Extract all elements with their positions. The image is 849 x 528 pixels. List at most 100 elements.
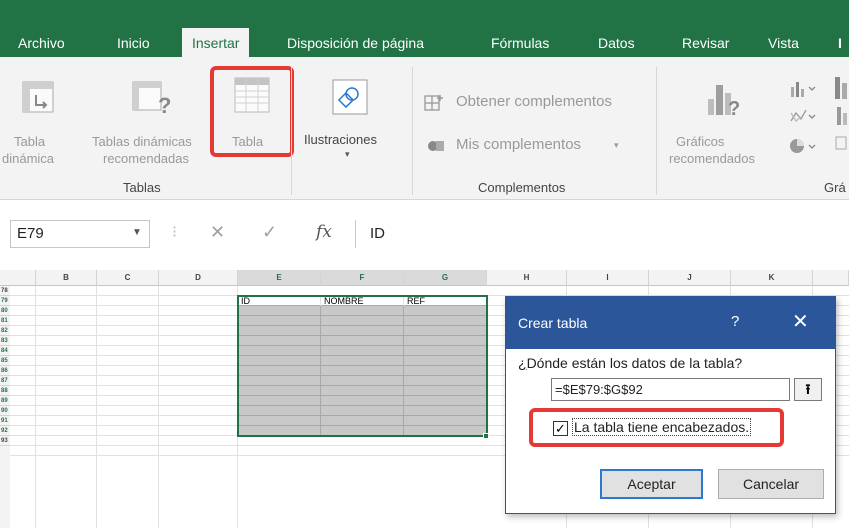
column-header-g[interactable]: G	[404, 270, 487, 286]
row-header-86[interactable]: 86	[0, 366, 10, 376]
column-header-l-partial[interactable]	[813, 270, 849, 286]
collapse-arrow-icon: ⭱	[805, 381, 811, 397]
illustrations-label: Ilustraciones	[304, 132, 377, 147]
pivot-table-label-1: Tabla	[14, 134, 46, 149]
select-all-corner[interactable]	[0, 270, 36, 286]
row-header-82[interactable]: 82	[0, 326, 10, 336]
range-question-text: Dónde están los datos de la tabla?	[526, 355, 743, 371]
column-header-h[interactable]: H	[487, 270, 567, 286]
confirm-entry-icon[interactable]: ✓	[262, 222, 277, 243]
ribbon-separator	[291, 67, 292, 195]
tab-more-partial[interactable]: I	[838, 30, 842, 57]
column-chart-button[interactable]	[790, 79, 830, 99]
range-question-accelerator: ¿	[518, 355, 527, 371]
line-chart-icon	[790, 109, 816, 122]
line-chart-button[interactable]	[790, 107, 830, 127]
fill-handle[interactable]	[483, 433, 489, 439]
row-header-83[interactable]: 83	[0, 336, 10, 346]
store-icon	[424, 95, 443, 111]
tab-formulas[interactable]: Fórmulas	[491, 30, 549, 57]
svg-text:?: ?	[728, 98, 740, 119]
row-header-78[interactable]: 78	[0, 286, 10, 296]
group-name-graficos-partial: Grá	[824, 180, 846, 195]
row-header-filler	[0, 446, 10, 528]
name-box[interactable]: E79	[10, 220, 150, 248]
headers-checkbox-highlight	[529, 408, 784, 447]
pie-chart-icon	[790, 139, 816, 153]
pivot-table-icon	[22, 81, 54, 113]
row-header-90[interactable]: 90	[0, 406, 10, 416]
get-addins-button[interactable]: Obtener complementos	[424, 91, 644, 115]
tab-disposicion-de-pagina[interactable]: Disposición de página	[287, 30, 424, 57]
formula-bar-grip-icon: ⁝	[172, 224, 178, 241]
row-header-80[interactable]: 80	[0, 306, 10, 316]
row-header-79[interactable]: 79	[0, 296, 10, 306]
pivot-table-button[interactable]: Tabla dinámica	[0, 57, 80, 167]
grid-column-a-narrow	[10, 286, 36, 528]
help-icon[interactable]: ?	[731, 313, 739, 330]
row-header-81[interactable]: 81	[0, 316, 10, 326]
row-header-84[interactable]: 84	[0, 346, 10, 356]
name-box-dropdown-icon[interactable]: ▼	[132, 227, 142, 238]
tab-datos[interactable]: Datos	[598, 30, 635, 57]
range-question-label: ¿Dónde están los datos de la tabla?	[518, 355, 742, 371]
my-addins-icon	[428, 141, 444, 151]
column-header-f[interactable]: F	[321, 270, 404, 286]
tab-insertar[interactable]: Insertar	[182, 28, 250, 57]
column-header-k[interactable]: K	[731, 270, 813, 286]
row-header-85[interactable]: 85	[0, 356, 10, 366]
column-header-c[interactable]: C	[97, 270, 159, 286]
tab-revisar[interactable]: Revisar	[682, 30, 729, 57]
recommended-charts-label-1: Gráficos	[676, 134, 725, 149]
table-button-highlight	[210, 66, 294, 157]
tab-inicio[interactable]: Inicio	[117, 30, 150, 57]
tab-vista[interactable]: Vista	[768, 30, 799, 57]
my-addins-button[interactable]: Mis complementos ▾	[424, 134, 624, 158]
cancel-entry-icon[interactable]: ✕	[210, 222, 225, 243]
recommended-pivot-tables-button[interactable]: ? Tablas dinámicas recomendadas	[88, 57, 213, 167]
collapse-dialog-button[interactable]: ⭱	[794, 378, 822, 401]
gridline	[96, 286, 97, 528]
row-header-88[interactable]: 88	[0, 386, 10, 396]
group-name-tablas: Tablas	[123, 180, 161, 195]
pivot-table-label-2: dinámica	[2, 151, 55, 166]
recommended-pivot-icon: ?	[132, 81, 171, 117]
formula-input[interactable]: ID	[355, 220, 849, 248]
column-header-b[interactable]: B	[36, 270, 97, 286]
dialog-title: Crear tabla	[518, 315, 588, 331]
row-header-92[interactable]: 92	[0, 426, 10, 436]
cancel-button[interactable]: Cancelar	[718, 469, 824, 499]
get-addins-label: Obtener complementos	[456, 93, 612, 110]
recommended-charts-button[interactable]: ? Gráficos recomendados	[664, 69, 784, 169]
gridline	[158, 286, 159, 528]
row-header-89[interactable]: 89	[0, 396, 10, 406]
svg-text:?: ?	[158, 93, 171, 117]
close-icon[interactable]: ✕	[792, 309, 809, 334]
row-header-87[interactable]: 87	[0, 376, 10, 386]
insert-function-icon[interactable]: fx	[316, 222, 332, 242]
accept-button[interactable]: Aceptar	[600, 469, 703, 499]
recommended-pivot-label-1: Tablas dinámicas	[92, 134, 192, 149]
recommended-charts-icon: ?	[708, 85, 740, 119]
column-header-j[interactable]: J	[649, 270, 731, 286]
dialog-titlebar: Crear tabla ? ✕	[506, 297, 835, 349]
tab-archivo[interactable]: Archivo	[18, 30, 65, 57]
ribbon-separator	[412, 67, 413, 195]
ribbon-tab-bar: Archivo Inicio Insertar Disposición de p…	[0, 0, 849, 57]
my-addins-dropdown-icon: ▾	[614, 140, 619, 150]
illustrations-dropdown-icon: ▾	[345, 149, 350, 159]
range-input[interactable]: =$E$79:$G$92	[551, 378, 790, 401]
ribbon-separator	[656, 67, 657, 195]
ribbon-panel: Tabla dinámica ? Tablas dinámicas recome…	[0, 57, 849, 200]
bar-chart-partial-button[interactable]	[833, 75, 849, 165]
pie-chart-button[interactable]	[790, 137, 830, 157]
recommended-pivot-label-2: recomendadas	[103, 151, 189, 166]
column-header-i[interactable]: I	[567, 270, 649, 286]
row-header-93[interactable]: 93	[0, 436, 10, 446]
illustrations-button[interactable]: Ilustraciones ▾	[300, 69, 410, 169]
column-header-e[interactable]: E	[238, 270, 321, 286]
row-header-91[interactable]: 91	[0, 416, 10, 426]
bar-chart-partial-icon	[835, 77, 847, 150]
recommended-charts-label-2: recomendados	[669, 151, 755, 166]
column-header-d[interactable]: D	[159, 270, 238, 286]
